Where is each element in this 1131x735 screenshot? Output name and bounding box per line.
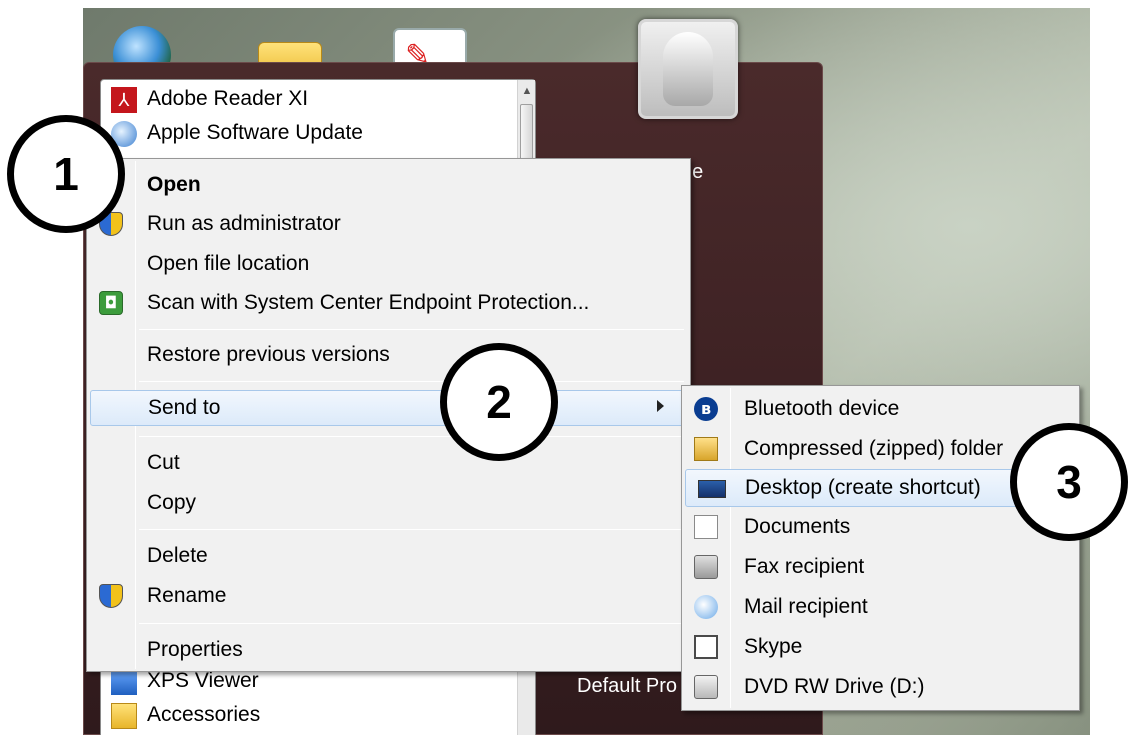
menu-item-label: Properties: [147, 638, 243, 661]
context-menu: Open Run as administrator Open file loca…: [86, 158, 691, 672]
menu-item-label: Cut: [147, 451, 180, 474]
menu-item-open[interactable]: Open: [87, 167, 690, 203]
submenu-item-label: Bluetooth device: [744, 397, 900, 420]
xps-viewer-icon: [111, 669, 137, 695]
menu-item-rename[interactable]: Rename: [87, 578, 690, 614]
menu-item-label: Run as administrator: [147, 212, 341, 235]
program-item-adobe-reader[interactable]: ⅄ Adobe Reader XI: [101, 82, 521, 116]
scroll-up-arrow-icon[interactable]: ▲: [518, 80, 536, 102]
send-to-skype[interactable]: Skype: [682, 628, 1079, 666]
menu-separator: [139, 529, 684, 530]
callout-step-1: 1: [7, 115, 125, 233]
scroll-thumb[interactable]: [520, 104, 533, 164]
menu-item-label: Restore previous versions: [147, 343, 390, 366]
menu-item-label: Send to: [148, 396, 221, 419]
menu-separator: [139, 436, 684, 437]
uac-shield-icon: [99, 584, 123, 608]
send-to-fax-recipient[interactable]: Fax recipient: [682, 548, 1079, 586]
submenu-item-label: Fax recipient: [744, 555, 865, 578]
submenu-arrow-icon: [657, 400, 664, 412]
program-label: Apple Software Update: [147, 121, 363, 144]
documents-icon: [694, 515, 718, 539]
user-picture[interactable]: [638, 19, 738, 119]
submenu-item-label: Compressed (zipped) folder: [744, 437, 1004, 460]
menu-item-label: Copy: [147, 491, 197, 514]
menu-item-restore-previous-versions[interactable]: Restore previous versions: [87, 337, 690, 373]
program-label: XPS Viewer: [147, 669, 259, 692]
submenu-item-label: DVD RW Drive (D:): [744, 675, 925, 698]
menu-item-run-as-administrator[interactable]: Run as administrator: [87, 206, 690, 242]
robot-avatar-icon: [663, 32, 713, 106]
skype-icon: [694, 635, 718, 659]
callout-step-2: 2: [440, 343, 558, 461]
menu-separator: [139, 623, 684, 624]
callout-step-3: 3: [1010, 423, 1128, 541]
send-to-mail-recipient[interactable]: Mail recipient: [682, 588, 1079, 626]
submenu-item-label: Documents: [744, 515, 851, 538]
menu-separator: [139, 329, 684, 330]
menu-item-open-file-location[interactable]: Open file location: [87, 246, 690, 282]
submenu-item-label: Skype: [744, 635, 803, 658]
menu-item-label: Delete: [147, 544, 208, 567]
menu-item-cut[interactable]: Cut: [87, 445, 690, 481]
send-to-dvd-rw-drive[interactable]: DVD RW Drive (D:): [682, 668, 1079, 706]
menu-item-delete[interactable]: Delete: [87, 538, 690, 574]
menu-item-label: Open file location: [147, 252, 310, 275]
desktop-icon: [698, 480, 726, 498]
bluetooth-icon: ʙ: [694, 397, 718, 421]
dvd-drive-icon: [694, 675, 718, 699]
menu-item-label: Open: [147, 173, 201, 196]
menu-item-properties[interactable]: Properties: [87, 632, 690, 668]
adobe-reader-icon: ⅄: [111, 87, 137, 113]
menu-item-scan-endpoint-protection[interactable]: ◘ Scan with System Center Endpoint Prote…: [87, 285, 690, 321]
program-label: Accessories: [147, 703, 261, 726]
program-item-apple-software-update[interactable]: Apple Software Update: [101, 116, 521, 150]
menu-item-copy[interactable]: Copy: [87, 485, 690, 521]
menu-item-send-to[interactable]: Send to: [90, 390, 687, 426]
submenu-item-label: Desktop (create shortcut): [745, 476, 981, 499]
menu-separator: [139, 381, 684, 382]
fax-icon: [694, 555, 718, 579]
folder-icon: [111, 703, 137, 729]
mail-icon: [694, 595, 718, 619]
menu-item-label: Rename: [147, 584, 227, 607]
default-programs-link[interactable]: Default Pro: [577, 675, 677, 698]
send-to-bluetooth-device[interactable]: ʙ Bluetooth device: [682, 390, 1079, 428]
send-to-submenu: ʙ Bluetooth device Compressed (zipped) f…: [681, 385, 1080, 711]
program-label: Adobe Reader XI: [147, 87, 309, 110]
menu-item-label: Scan with System Center Endpoint Protect…: [147, 291, 590, 314]
zip-folder-icon: [694, 437, 718, 461]
submenu-item-label: Mail recipient: [744, 595, 868, 618]
program-item-accessories[interactable]: Accessories: [101, 698, 521, 732]
endpoint-protection-icon: ◘: [99, 291, 123, 315]
